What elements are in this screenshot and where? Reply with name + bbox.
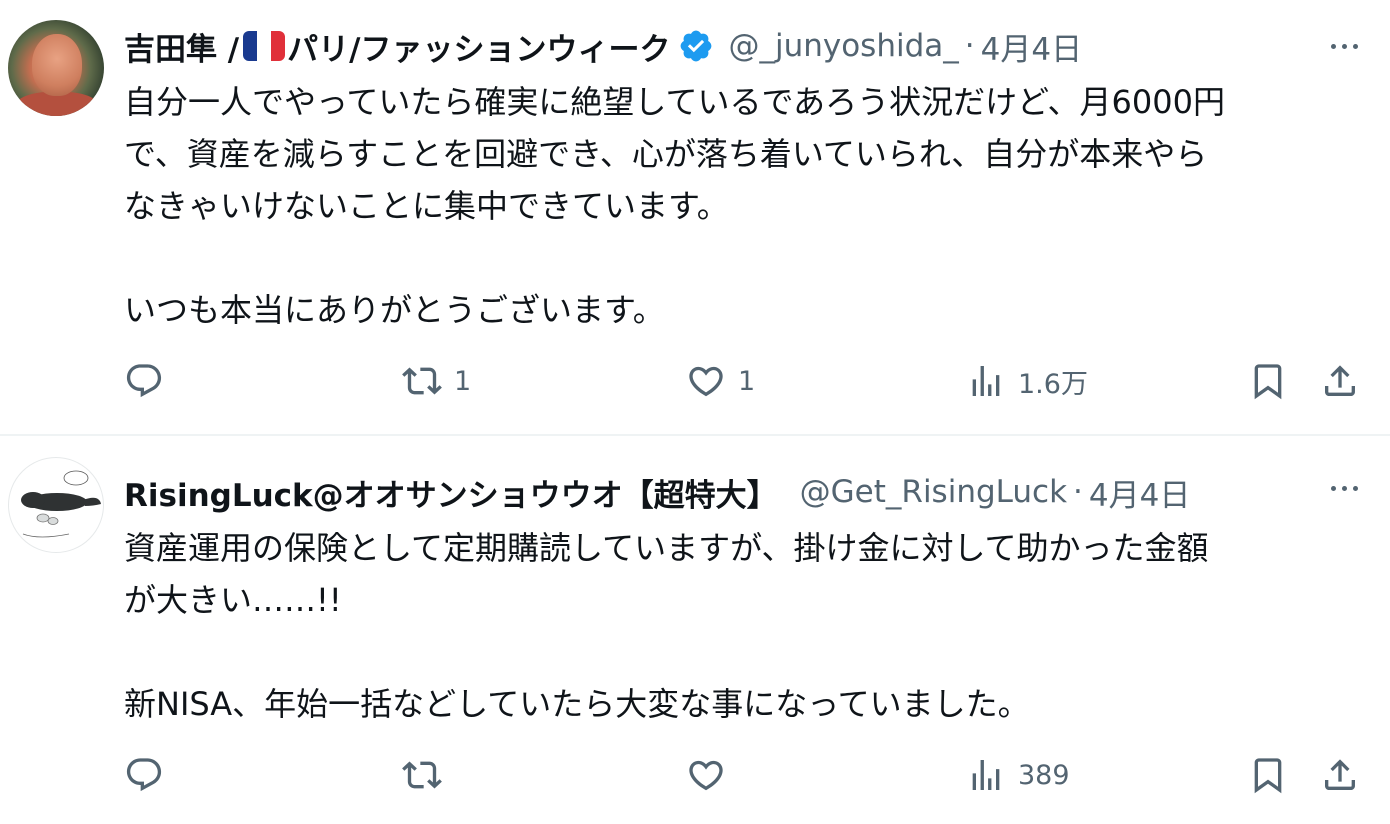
views-button[interactable]: 389 — [966, 750, 1070, 800]
bookmark-icon — [1254, 364, 1282, 400]
views-chart-icon — [972, 760, 1000, 790]
retweet-count: 1 — [454, 365, 472, 397]
views-chart-icon — [972, 366, 1000, 396]
like-button[interactable]: 1 — [686, 356, 755, 406]
views-count: 1.6万 — [1018, 368, 1088, 400]
tweet-header: 吉田隼 / パリ/ファッションウィーク @_junyoshida_ · 4月4日 — [124, 24, 1082, 68]
retweet-icon — [402, 367, 442, 395]
display-name[interactable]: RisingLuck@オオサンショウウオ【超特大】 — [124, 470, 778, 515]
tweet-date[interactable]: 4月4日 — [1089, 470, 1190, 515]
heart-icon — [689, 760, 723, 791]
more-horizontal-icon[interactable] — [1326, 470, 1362, 506]
share-button[interactable] — [1320, 356, 1360, 406]
reply-icon — [126, 364, 162, 398]
separator-dot: · — [1073, 474, 1083, 510]
reply-button[interactable] — [124, 750, 176, 800]
bookmark-icon — [1254, 758, 1282, 794]
tweet-text: 自分一人でやっていたら確実に絶望しているであろう状況だけど、月6000円 で、資… — [124, 83, 1225, 329]
user-handle[interactable]: @Get_RisingLuck — [800, 474, 1067, 510]
reply-icon — [126, 758, 162, 792]
tweet-text: 資産運用の保険として定期購読していますが、掛け金に対して助かった金額 が大きい…… — [124, 529, 1209, 723]
share-icon — [1325, 365, 1355, 396]
user-handle[interactable]: @_junyoshida_ — [728, 28, 958, 64]
share-button[interactable] — [1320, 750, 1360, 800]
salamander-avatar-icon — [21, 470, 101, 538]
more-horizontal-icon[interactable] — [1326, 28, 1362, 64]
avatar-face — [32, 34, 82, 96]
tweet-header: RisingLuck@オオサンショウウオ【超特大】 @Get_RisingLuc… — [124, 470, 1190, 514]
retweet-button[interactable] — [402, 750, 454, 800]
share-icon — [1325, 759, 1355, 790]
avatar[interactable] — [8, 20, 104, 116]
tweet-actions: 1 1 1.6万 — [0, 356, 1390, 406]
views-button[interactable]: 1.6万 — [966, 356, 1088, 406]
like-button[interactable] — [686, 750, 738, 800]
display-name-suffix[interactable]: パリ/ファッションウィーク — [287, 24, 670, 69]
retweet-icon — [402, 761, 442, 789]
france-flag-icon — [243, 31, 286, 61]
tweet-divider — [0, 434, 1390, 436]
views-count: 389 — [1018, 759, 1070, 791]
separator-dot: · — [964, 28, 975, 64]
tweet-actions: 389 — [0, 750, 1390, 800]
verified-badge-icon — [681, 30, 712, 62]
tweet[interactable]: 吉田隼 / パリ/ファッションウィーク @_junyoshida_ · 4月4日… — [0, 0, 1390, 436]
bookmark-button[interactable] — [1248, 750, 1288, 800]
heart-icon — [689, 366, 723, 397]
tweet-date[interactable]: 4月4日 — [981, 24, 1082, 69]
display-name[interactable]: 吉田隼 / — [124, 24, 239, 69]
avatar[interactable] — [8, 457, 104, 553]
like-count: 1 — [738, 365, 756, 397]
reply-button[interactable] — [124, 356, 176, 406]
retweet-button[interactable]: 1 — [402, 356, 471, 406]
bookmark-button[interactable] — [1248, 356, 1288, 406]
